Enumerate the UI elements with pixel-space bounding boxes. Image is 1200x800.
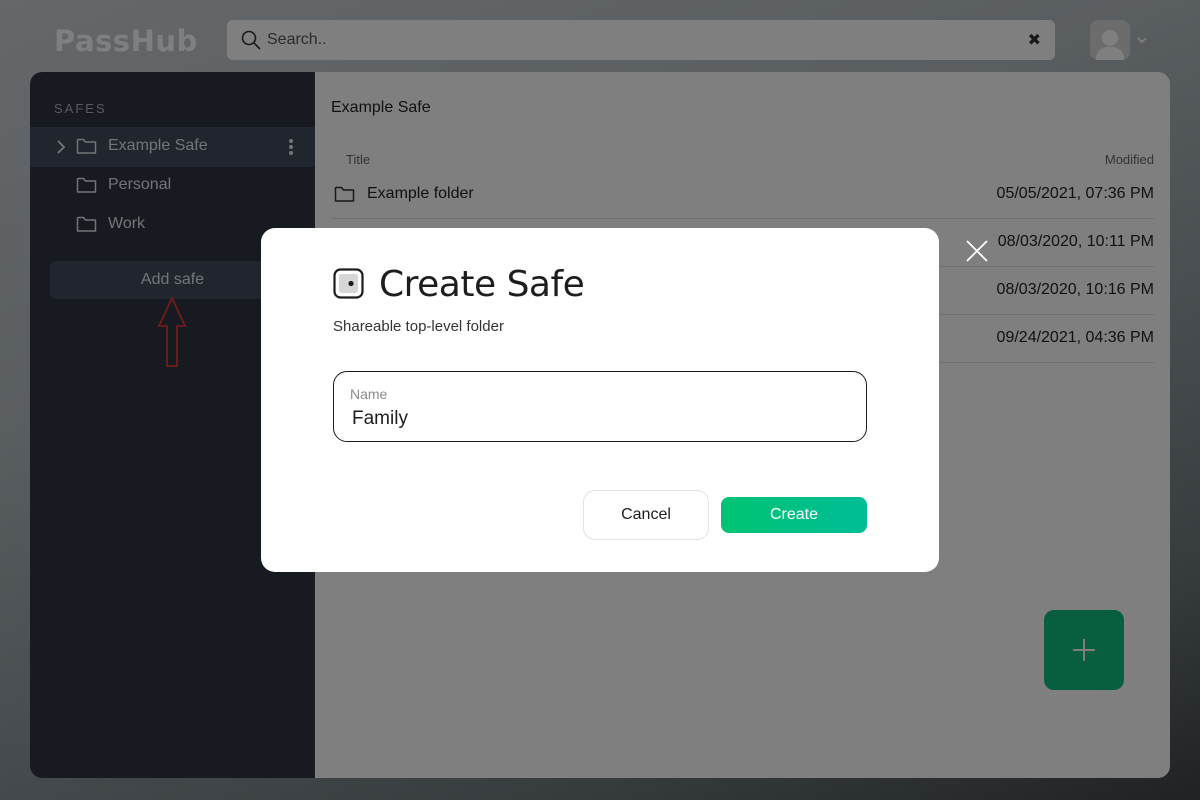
close-icon[interactable] [965,239,989,263]
create-safe-dialog: Create Safe Shareable top-level folder N… [261,228,939,572]
safe-name-input[interactable] [352,406,842,432]
safe-name-field[interactable]: Name [333,371,867,442]
create-button[interactable]: Create [721,497,867,533]
cancel-button[interactable]: Cancel [583,490,709,540]
safe-icon [333,268,364,299]
dialog-subtitle: Shareable top-level folder [333,318,504,335]
dialog-title: Create Safe [379,264,585,305]
safe-name-label: Name [350,386,388,402]
